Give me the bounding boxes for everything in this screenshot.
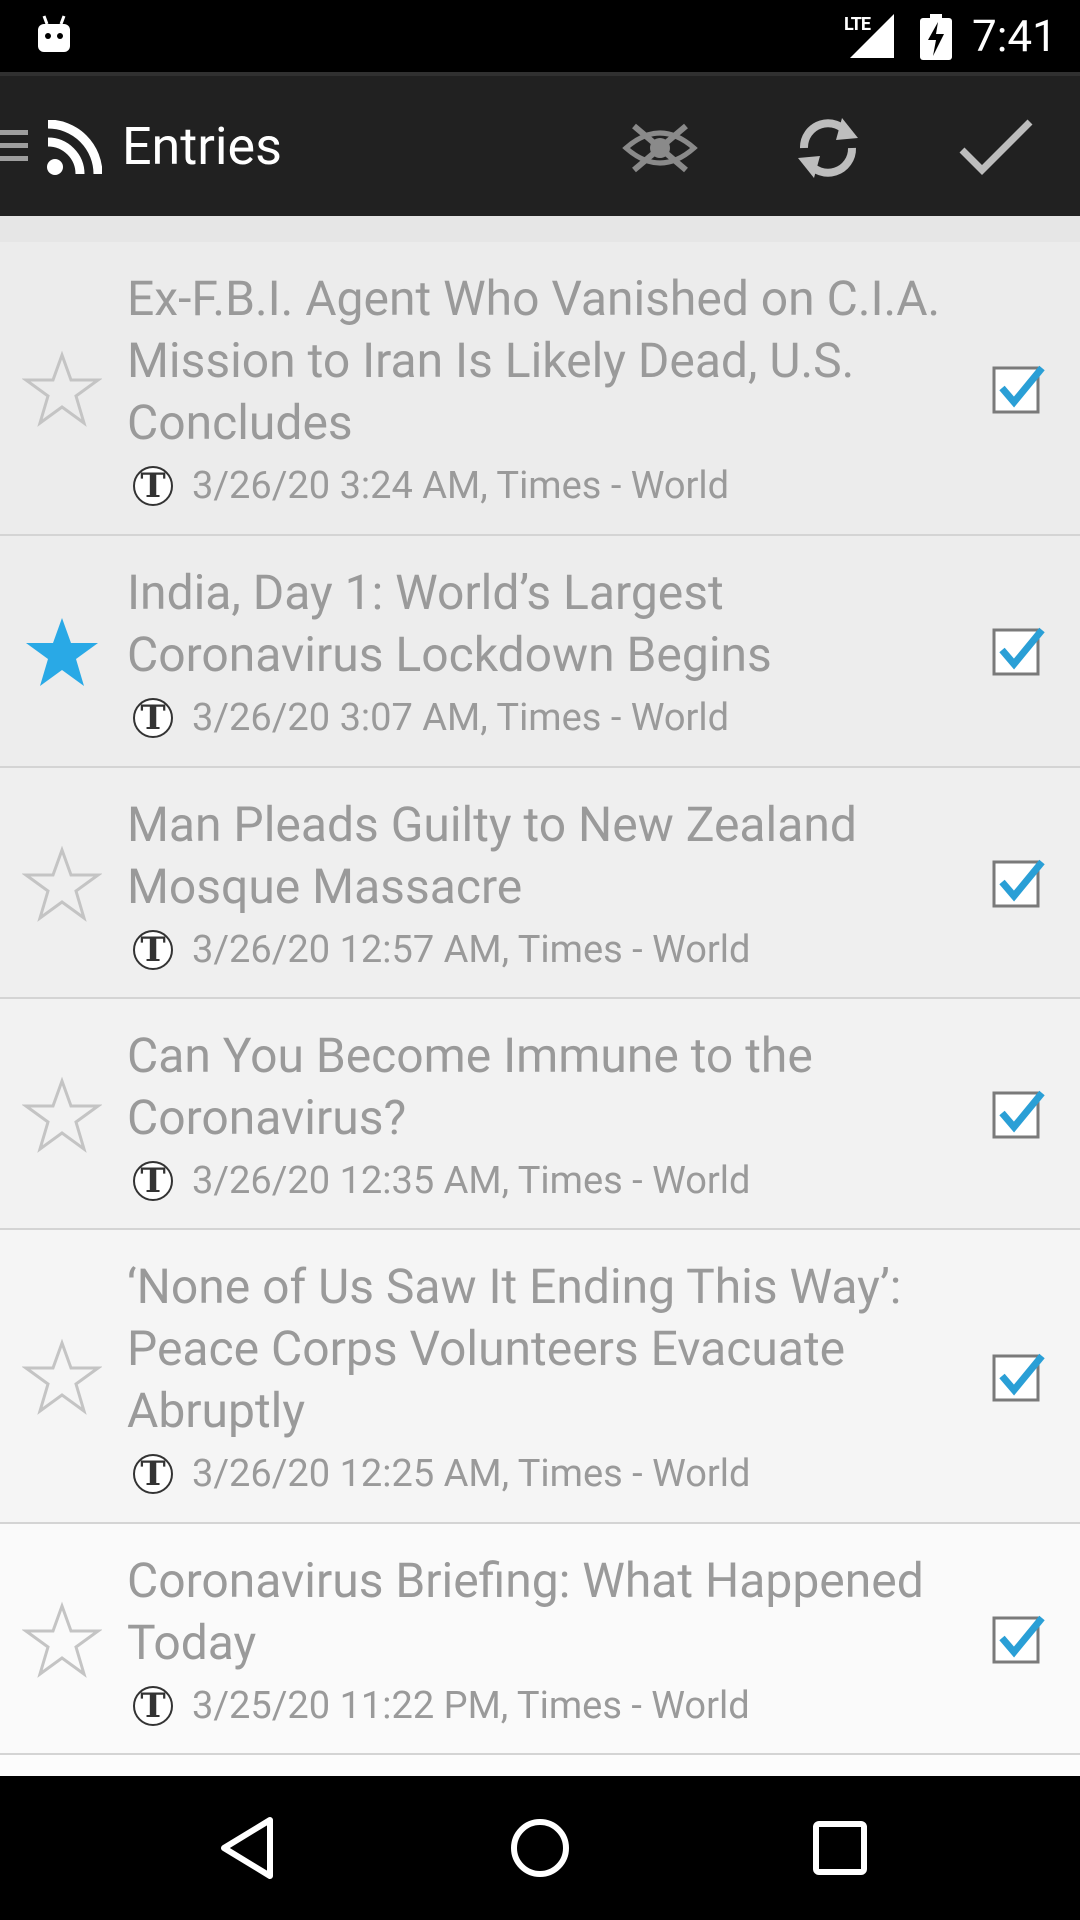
read-checkbox[interactable]	[990, 360, 1046, 416]
entry-meta: T 3/26/20 12:57 AM, Times - World	[127, 928, 960, 972]
entries-list: Ex-F.B.I. Agent Who Vanished on C.I.A. M…	[0, 242, 1080, 1795]
list-item[interactable]: Can You Become Immune to the Coronavirus…	[0, 999, 1080, 1230]
hide-read-button[interactable]	[620, 110, 700, 186]
signal-icon	[850, 14, 894, 58]
list-top-spacer	[0, 216, 1080, 244]
refresh-button[interactable]	[788, 110, 868, 186]
hide-read-icon	[622, 123, 698, 173]
app-toolbar: Entries	[0, 72, 1080, 216]
toolbar-title: Entries	[122, 116, 282, 177]
svg-text:T: T	[140, 466, 165, 506]
rss-icon[interactable]	[46, 120, 102, 176]
nyt-logo-icon: T	[133, 1454, 173, 1494]
menu-icon[interactable]	[0, 126, 28, 166]
star-outline-icon[interactable]	[22, 1600, 102, 1680]
entry-title: Can You Become Immune to the Coronavirus…	[127, 1027, 813, 1146]
battery-charging-icon	[920, 14, 952, 60]
entry-meta: T 3/25/20 11:22 PM, Times - World	[127, 1684, 960, 1728]
entry-meta: T 3/26/20 3:07 AM, Times - World	[127, 696, 960, 740]
list-item[interactable]: Ex-F.B.I. Agent Who Vanished on C.I.A. M…	[0, 242, 1080, 536]
nyt-logo-icon: T	[133, 930, 173, 970]
entry-meta: T 3/26/20 3:24 AM, Times - World	[127, 464, 960, 508]
entry-title: Man Pleads Guilty to New Zealand Mosque …	[127, 796, 857, 915]
back-icon[interactable]	[212, 1812, 284, 1884]
clock: 7:41	[972, 10, 1057, 62]
list-item[interactable]: ‘None of Us Saw It Ending This Way’: Pea…	[0, 1230, 1080, 1524]
entry-meta: T 3/26/20 12:35 AM, Times - World	[127, 1159, 960, 1203]
entry-meta: T 3/26/20 12:25 AM, Times - World	[127, 1452, 960, 1496]
checkmark-icon	[959, 119, 1033, 175]
system-nav-bar	[0, 1776, 1080, 1920]
star-outline-icon[interactable]	[22, 349, 102, 429]
read-checkbox[interactable]	[990, 622, 1046, 678]
nyt-logo-icon: T	[133, 1686, 173, 1726]
read-checkbox[interactable]	[990, 854, 1046, 910]
entry-title: Ex-F.B.I. Agent Who Vanished on C.I.A. M…	[127, 270, 941, 451]
nyt-logo-icon: T	[133, 466, 173, 506]
refresh-icon	[798, 118, 858, 178]
svg-text:T: T	[140, 1686, 165, 1726]
status-bar: LTE 7:41	[0, 0, 1080, 72]
star-outline-icon[interactable]	[22, 1075, 102, 1155]
nyt-logo-icon: T	[133, 1161, 173, 1201]
list-item[interactable]: Man Pleads Guilty to New Zealand Mosque …	[0, 768, 1080, 999]
star-filled-icon[interactable]	[22, 612, 102, 692]
svg-text:T: T	[140, 930, 165, 970]
mark-all-read-button[interactable]	[956, 110, 1036, 186]
read-checkbox[interactable]	[990, 1610, 1046, 1666]
entry-title: ‘None of Us Saw It Ending This Way’: Pea…	[127, 1258, 902, 1439]
svg-text:T: T	[140, 1454, 165, 1494]
star-outline-icon[interactable]	[22, 844, 102, 924]
android-notification-icon	[38, 15, 70, 52]
entry-title: Coronavirus Briefing: What Happened Toda…	[127, 1552, 924, 1671]
home-icon[interactable]	[504, 1812, 576, 1884]
list-item[interactable]: India, Day 1: World’s Largest Coronaviru…	[0, 536, 1080, 768]
nyt-logo-icon: T	[133, 698, 173, 738]
svg-text:T: T	[140, 1161, 165, 1201]
recents-icon[interactable]	[804, 1812, 876, 1884]
read-checkbox[interactable]	[990, 1085, 1046, 1141]
read-checkbox[interactable]	[990, 1348, 1046, 1404]
list-item[interactable]: Coronavirus Briefing: What Happened Toda…	[0, 1524, 1080, 1755]
entry-title: India, Day 1: World’s Largest Coronaviru…	[127, 564, 772, 683]
star-outline-icon[interactable]	[22, 1337, 102, 1417]
svg-text:T: T	[140, 698, 165, 738]
